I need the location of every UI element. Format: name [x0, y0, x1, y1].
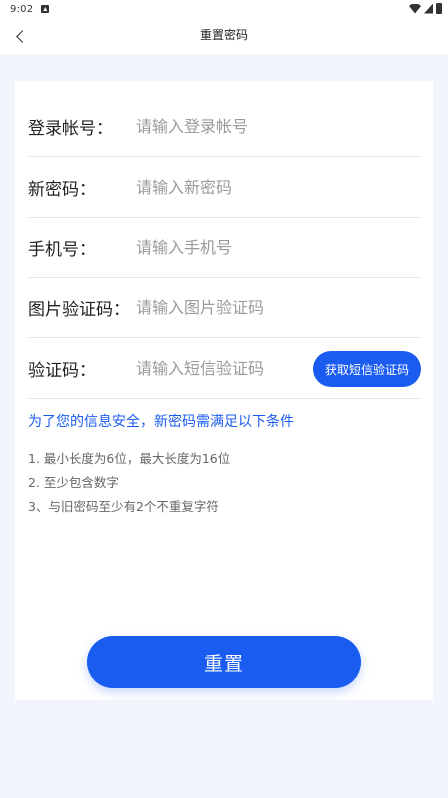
image-captcha-label: 图片验证码： [28, 300, 130, 320]
status-time: 9:02 [10, 3, 34, 15]
nav-bar: 重置密码 [0, 18, 448, 54]
sms-code-label: 验证码： [28, 361, 96, 381]
reset-form-card: 登录帐号： 新密码： 手机号： 图片验证码： 验证码： 获取短信验证码 为了您的… [15, 81, 433, 700]
get-sms-code-button[interactable]: 获取短信验证码 [313, 351, 421, 387]
account-input[interactable] [136, 117, 316, 136]
signal-icon [424, 3, 433, 14]
new-password-row: 新密码： [28, 158, 422, 218]
account-label: 登录帐号： [28, 119, 113, 139]
rule-item: 2. 至少包含数字 [28, 475, 119, 490]
sms-code-row: 验证码： 获取短信验证码 [28, 339, 422, 399]
security-tip-title: 为了您的信息安全，新密码需满足以下条件 [28, 414, 294, 430]
image-captcha-row: 图片验证码： [28, 278, 422, 338]
phone-row: 手机号： [28, 218, 422, 278]
new-password-input[interactable] [136, 178, 316, 197]
wifi-icon [409, 3, 421, 14]
status-indicators [409, 3, 442, 14]
account-row: 登录帐号： [28, 97, 422, 157]
phone-label: 手机号： [28, 240, 96, 260]
phone-input[interactable] [136, 238, 316, 257]
battery-icon [436, 3, 442, 14]
notification-icon [41, 5, 50, 13]
image-captcha-input[interactable] [136, 298, 316, 317]
rule-item: 1. 最小长度为6位，最大长度为16位 [28, 451, 231, 466]
reset-button[interactable]: 重置 [87, 636, 361, 688]
rule-item: 3、与旧密码至少有2个不重复字符 [28, 499, 219, 514]
new-password-label: 新密码： [28, 180, 96, 200]
status-bar: 9:02 [0, 0, 448, 18]
page-title: 重置密码 [199, 28, 248, 42]
sms-code-input[interactable] [136, 359, 316, 378]
